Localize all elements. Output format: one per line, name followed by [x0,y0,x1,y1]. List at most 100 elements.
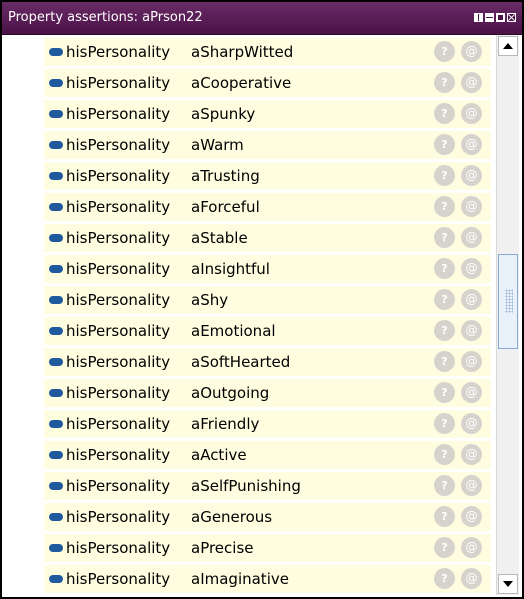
annotate-button[interactable]: @ [461,41,482,62]
scroll-down-arrow-icon[interactable] [498,574,518,594]
property-value: aSelfPunishing [191,477,301,495]
list-item[interactable]: hisPersonality aShy? @ [44,286,491,317]
annotate-button[interactable]: @ [461,72,482,93]
object-property-icon [49,420,63,428]
explain-button[interactable]: ? [434,289,455,310]
property-name: hisPersonality [66,198,171,216]
explain-button[interactable]: ? [434,351,455,372]
property-value: aSharpWitted [191,43,294,61]
object-property-icon [49,110,63,118]
close-icon[interactable] [507,13,516,22]
property-value: aStable [191,229,248,247]
object-property-icon [49,544,63,552]
explain-button[interactable]: ? [434,196,455,217]
property-assertions-window: Property assertions: aPrson22 hisPersona… [0,0,524,599]
annotate-button[interactable]: @ [461,568,482,589]
minimize-icon[interactable] [485,13,494,22]
annotate-button[interactable]: @ [461,351,482,372]
explain-button[interactable]: ? [434,382,455,403]
property-name: hisPersonality [66,415,171,433]
list-item[interactable]: hisPersonality aForceful? @ [44,193,491,224]
list-item[interactable]: hisPersonality aWarm? @ [44,131,491,162]
list-item[interactable]: hisPersonality aStable? @ [44,224,491,255]
object-property-icon [49,327,63,335]
scroll-grip-icon [505,289,513,313]
list-item[interactable]: hisPersonality aInsightful? @ [44,255,491,286]
vertical-scrollbar[interactable] [496,35,519,595]
property-name: hisPersonality [66,105,171,123]
explain-button[interactable]: ? [434,258,455,279]
scroll-up-arrow-icon[interactable] [498,36,518,56]
list-item[interactable]: hisPersonality aSpunky? @ [44,100,491,131]
explain-button[interactable]: ? [434,537,455,558]
annotate-button[interactable]: @ [461,506,482,527]
annotate-button[interactable]: @ [461,444,482,465]
explain-button[interactable]: ? [434,165,455,186]
list-item[interactable]: hisPersonality aOutgoing? @ [44,379,491,410]
property-value: aPrecise [191,539,254,557]
property-name: hisPersonality [66,539,171,557]
list-item[interactable]: hisPersonality aSoftHearted? @ [44,348,491,379]
property-value: aShy [191,291,229,309]
annotate-button[interactable]: @ [461,196,482,217]
maximize-icon[interactable] [496,13,505,22]
annotate-button[interactable]: @ [461,475,482,496]
property-name: hisPersonality [66,229,171,247]
annotate-button[interactable]: @ [461,165,482,186]
list-item[interactable]: hisPersonality aGenerous? @ [44,503,491,534]
list-item[interactable]: hisPersonality aFriendly? @ [44,410,491,441]
list-item[interactable]: hisPersonality aPrecise? @ [44,534,491,565]
explain-button[interactable]: ? [434,41,455,62]
explain-button[interactable]: ? [434,506,455,527]
property-value: aGenerous [191,508,273,526]
explain-button[interactable]: ? [434,72,455,93]
annotate-button[interactable]: @ [461,289,482,310]
property-value: aForceful [191,198,260,216]
explain-button[interactable]: ? [434,103,455,124]
object-property-icon [49,203,63,211]
scroll-thumb[interactable] [498,254,518,349]
property-value: aInsightful [191,260,270,278]
list-item[interactable]: hisPersonality aEmotional? @ [44,317,491,348]
title-bar: Property assertions: aPrson22 [2,2,522,35]
list-item[interactable]: hisPersonality aActive? @ [44,441,491,472]
list-item[interactable]: hisPersonality aSharpWitted? @ [44,38,491,69]
annotate-button[interactable]: @ [461,258,482,279]
object-property-icon [49,296,63,304]
property-value: aSoftHearted [191,353,291,371]
object-property-icon [49,575,63,583]
annotate-button[interactable]: @ [461,320,482,341]
object-property-icon [49,482,63,490]
list-item[interactable]: hisPersonality aCooperative? @ [44,69,491,100]
explain-button[interactable]: ? [434,475,455,496]
list-item[interactable]: hisPersonality aSelfPunishing? @ [44,472,491,503]
property-value: aImaginative [191,570,289,588]
property-value: aSpunky [191,105,256,123]
annotate-button[interactable]: @ [461,227,482,248]
property-name: hisPersonality [66,446,171,464]
property-name: hisPersonality [66,43,171,61]
object-property-icon [49,358,63,366]
property-value: aTrusting [191,167,260,185]
explain-button[interactable]: ? [434,568,455,589]
explain-button[interactable]: ? [434,413,455,434]
explain-button[interactable]: ? [434,320,455,341]
annotate-button[interactable]: @ [461,537,482,558]
view-options-icon[interactable] [474,13,483,22]
annotate-button[interactable]: @ [461,134,482,155]
list-item[interactable]: hisPersonality aImaginative? @ [44,565,491,596]
annotate-button[interactable]: @ [461,103,482,124]
object-property-icon [49,389,63,397]
annotate-button[interactable]: @ [461,382,482,403]
property-name: hisPersonality [66,291,171,309]
annotate-button[interactable]: @ [461,413,482,434]
property-name: hisPersonality [66,74,171,92]
object-property-icon [49,48,63,56]
property-name: hisPersonality [66,260,171,278]
list-item[interactable]: hisPersonality aTrusting? @ [44,162,491,193]
property-name: hisPersonality [66,508,171,526]
explain-button[interactable]: ? [434,444,455,465]
explain-button[interactable]: ? [434,227,455,248]
object-property-icon [49,265,63,273]
explain-button[interactable]: ? [434,134,455,155]
